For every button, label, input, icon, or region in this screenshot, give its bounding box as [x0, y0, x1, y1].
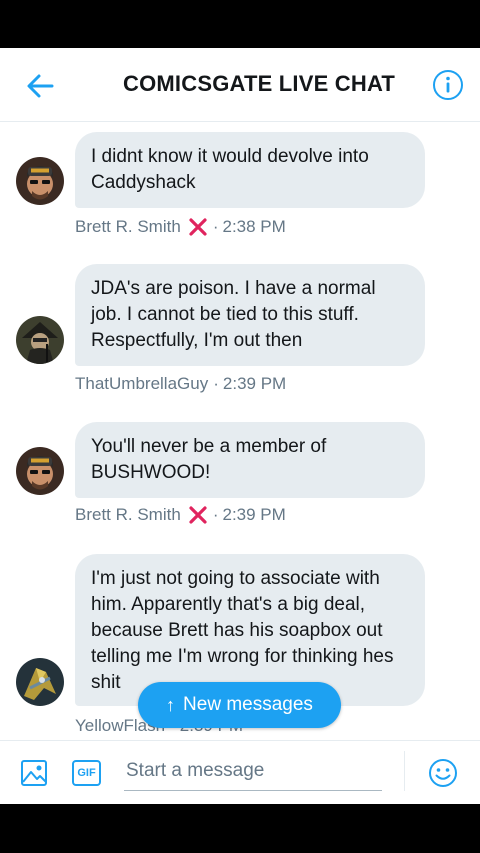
meta-separator: ·	[212, 217, 219, 236]
message-bubble[interactable]: You'll never be a member of BUSHWOOD!	[75, 422, 425, 498]
avatar[interactable]	[16, 316, 64, 364]
meta-separator: ·	[212, 505, 219, 524]
avatar[interactable]	[16, 447, 64, 495]
message-bubble[interactable]: JDA's are poison. I have a normal job. I…	[75, 264, 425, 366]
arrow-up-icon: ↑	[166, 694, 176, 715]
new-messages-label: New messages	[183, 694, 313, 715]
emoji-icon[interactable]	[428, 758, 458, 788]
avatar[interactable]	[16, 658, 64, 706]
info-icon[interactable]	[432, 69, 464, 101]
message-time: 2:39 PM	[222, 374, 287, 393]
chat-screen: COMICSGATE LIVE CHAT I didnt know it wou…	[0, 48, 480, 804]
author-name[interactable]: ThatUmbrellaGuy	[75, 374, 208, 394]
red-x-icon	[189, 506, 207, 524]
message-composer: GIF	[0, 740, 480, 804]
meta-separator: ·	[213, 374, 219, 393]
message-meta: Brett R. Smith · 2:38 PM	[75, 216, 286, 238]
chat-header: COMICSGATE LIVE CHAT	[0, 48, 480, 122]
chat-title: COMICSGATE LIVE CHAT	[123, 71, 396, 96]
red-x-icon	[189, 218, 207, 236]
author-name[interactable]: Brett R. Smith	[75, 217, 181, 237]
composer-divider	[404, 751, 405, 791]
author-name[interactable]: Brett R. Smith	[75, 505, 181, 525]
message-meta: Brett R. Smith · 2:39 PM	[75, 504, 286, 526]
arrow-left-icon[interactable]	[22, 68, 58, 104]
image-icon[interactable]	[20, 759, 48, 787]
avatar[interactable]	[16, 157, 64, 205]
message-time: 2:38 PM	[222, 217, 286, 236]
message-input[interactable]	[124, 751, 382, 791]
gif-button[interactable]: GIF	[72, 760, 101, 786]
message-bubble[interactable]: I didnt know it would devolve into Caddy…	[75, 132, 425, 208]
message-meta: ThatUmbrellaGuy · 2:39 PM	[75, 374, 286, 394]
message-time: 2:39 PM	[222, 505, 286, 524]
new-messages-button[interactable]: ↑ New messages	[138, 682, 341, 728]
